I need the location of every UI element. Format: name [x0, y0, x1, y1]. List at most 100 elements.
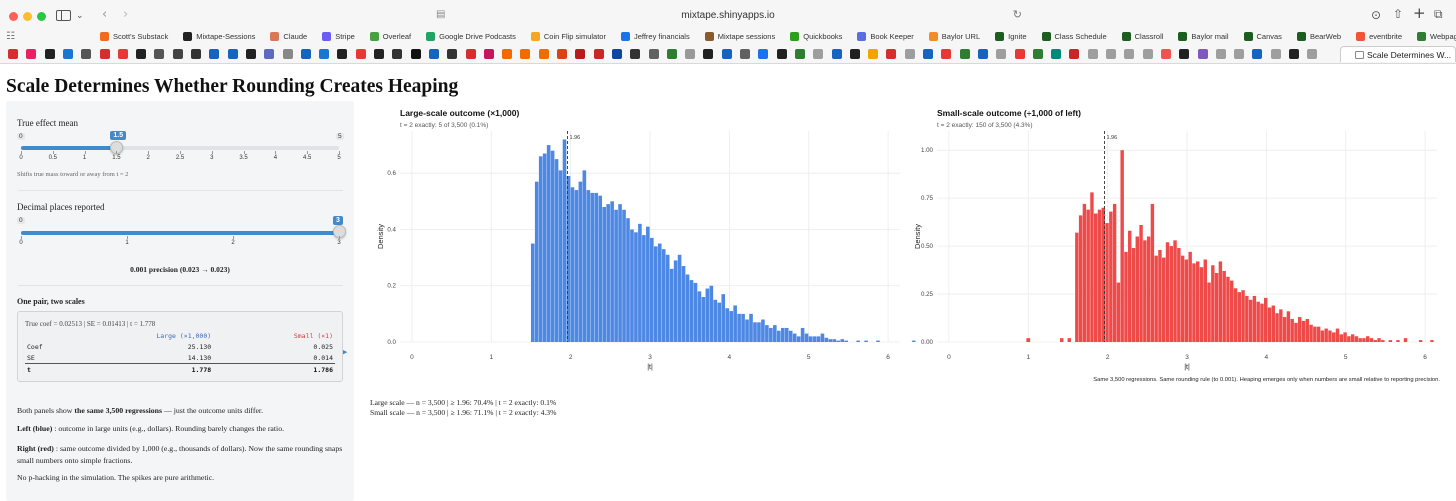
pinned-tab-icon[interactable]	[1197, 49, 1208, 59]
pinned-tab-icon[interactable]	[557, 49, 567, 59]
pinned-tab-icon[interactable]	[648, 49, 659, 59]
pinned-tab-icon[interactable]	[813, 49, 824, 59]
pinned-tab-icon[interactable]	[868, 49, 879, 59]
pinned-tab-icon[interactable]	[685, 49, 696, 59]
bookmark-item[interactable]: Baylor mail	[1178, 31, 1229, 41]
pinned-tab-icon[interactable]	[428, 49, 439, 59]
close-window-button[interactable]	[9, 12, 18, 21]
pinned-tab-icon[interactable]	[959, 49, 970, 59]
pinned-tab-icon[interactable]	[374, 49, 384, 59]
pinned-tab-icon[interactable]	[191, 49, 201, 59]
pinned-tab-icon[interactable]	[209, 49, 220, 59]
pinned-tab-icon[interactable]	[117, 49, 128, 59]
pinned-tab-icon[interactable]	[8, 49, 18, 59]
bookmark-item[interactable]: Webpage archive	[1417, 31, 1456, 41]
bookmark-item[interactable]: BearWeb	[1296, 31, 1341, 41]
pinned-tab-icon[interactable]	[593, 49, 604, 59]
bookmark-item[interactable]: Classroll	[1121, 31, 1163, 41]
pinned-tab-icon[interactable]	[227, 49, 238, 59]
pinned-tab-icon[interactable]	[62, 49, 73, 59]
pinned-tab-icon[interactable]	[904, 49, 915, 59]
bookmark-item[interactable]: eventbrite	[1356, 31, 1402, 41]
sidebar-toggle-icon[interactable]	[56, 10, 71, 21]
pinned-tab-icon[interactable]	[319, 49, 330, 59]
pinned-tab-icon[interactable]	[1142, 49, 1153, 59]
pinned-tab-icon[interactable]	[81, 49, 92, 59]
pinned-tab-icon[interactable]	[1032, 49, 1043, 59]
pinned-tab-icon[interactable]	[1307, 49, 1318, 59]
bookmark-item[interactable]: Baylor URL	[928, 31, 980, 41]
pinned-tab-icon[interactable]	[264, 49, 275, 59]
pinned-tab-icon[interactable]	[1270, 49, 1281, 59]
downloads-icon[interactable]: ⊙	[1371, 9, 1381, 21]
chevron-down-icon[interactable]: ⌄	[76, 10, 84, 22]
pinned-tab-icon[interactable]	[1252, 49, 1263, 59]
bookmark-item[interactable]: Claude	[270, 31, 307, 41]
pinned-tab-icon[interactable]	[721, 49, 732, 59]
bookmark-item[interactable]: Mixtape sessions	[704, 31, 775, 41]
bookmark-item[interactable]: Mixtape-Sessions	[183, 31, 255, 41]
pinned-tab-icon[interactable]	[1160, 49, 1171, 59]
pinned-tab-icon[interactable]	[282, 49, 293, 59]
pinned-tab-icon[interactable]	[923, 49, 933, 59]
pinned-tab-icon[interactable]	[245, 49, 256, 59]
pinned-tab-icon[interactable]	[483, 49, 494, 59]
pinned-tab-icon[interactable]	[977, 49, 988, 59]
bookmark-item[interactable]: Ignite	[995, 31, 1027, 41]
pinned-tab-icon[interactable]	[502, 49, 513, 59]
pinned-tab-icon[interactable]	[575, 49, 586, 59]
pinned-tab-icon[interactable]	[520, 49, 531, 59]
pinned-tab-icon[interactable]	[740, 49, 750, 59]
pinned-tab-icon[interactable]	[26, 49, 37, 59]
pinned-tab-icon[interactable]	[136, 49, 147, 59]
back-arrow-icon[interactable]: ‹	[102, 8, 107, 21]
new-tab-icon[interactable]: +	[1413, 6, 1426, 21]
bookmark-item[interactable]: Class Schedule	[1041, 31, 1107, 41]
bookmark-item[interactable]: Overleaf	[369, 31, 411, 41]
pinned-tab-icon[interactable]	[794, 49, 805, 59]
bookmark-item[interactable]: Jeffrey financials	[620, 31, 690, 41]
reload-icon[interactable]: ↻	[1013, 9, 1022, 21]
pinned-tab-icon[interactable]	[776, 49, 787, 59]
pinned-tab-icon[interactable]	[1289, 49, 1299, 59]
pinned-tab-icon[interactable]	[758, 49, 769, 59]
pinned-tab-icon[interactable]	[831, 49, 842, 59]
bookmark-item[interactable]: Stripe	[322, 31, 355, 41]
pinned-tab-icon[interactable]	[99, 49, 110, 59]
pinned-tab-icon[interactable]	[849, 49, 860, 59]
pinned-tab-icon[interactable]	[1069, 49, 1080, 59]
address-bar[interactable]: ▤ mixtape.shinyapps.io ↻	[428, 6, 1028, 26]
pinned-tab-icon[interactable]	[538, 49, 549, 59]
pinned-tab-icon[interactable]	[44, 49, 55, 59]
pinned-tab-icon[interactable]	[1014, 49, 1025, 59]
tab-overview-icon[interactable]: ⧉	[1434, 8, 1443, 20]
share-icon[interactable]: ⇧	[1393, 8, 1403, 20]
active-tab[interactable]: Scale Determines W...	[1340, 46, 1456, 62]
pinned-tab-icon[interactable]	[1179, 49, 1190, 59]
pinned-tab-icon[interactable]	[410, 49, 421, 59]
maximize-window-button[interactable]	[37, 12, 46, 21]
pinned-tab-icon[interactable]	[172, 49, 183, 59]
pinned-tab-icon[interactable]	[703, 49, 714, 59]
pinned-tab-icon[interactable]	[154, 49, 165, 59]
bookmark-item[interactable]: Book Keeper	[857, 31, 914, 41]
pinned-tab-icon[interactable]	[300, 49, 311, 59]
pinned-tab-icon[interactable]	[447, 49, 458, 59]
pinned-tab-icon[interactable]	[611, 49, 622, 59]
pinned-tab-icon[interactable]	[1051, 49, 1062, 59]
bookmark-item[interactable]: Scott's Substack	[100, 31, 168, 41]
pinned-tab-icon[interactable]	[1234, 49, 1245, 59]
decimals-slider[interactable]: 3 0 1 2 3	[6, 101, 354, 261]
url-text[interactable]: mixtape.shinyapps.io	[428, 10, 1028, 21]
pinned-tab-icon[interactable]	[666, 49, 677, 59]
pinned-tab-icon[interactable]	[465, 49, 476, 59]
bookmark-item[interactable]: Coin Flip simulator	[530, 31, 606, 41]
pinned-tab-icon[interactable]	[886, 49, 897, 59]
bookmark-item[interactable]: Canvas	[1243, 31, 1282, 41]
pinned-tab-icon[interactable]	[996, 49, 1007, 59]
pinned-tab-icon[interactable]	[1124, 49, 1135, 59]
forward-arrow-icon[interactable]: ›	[123, 8, 128, 21]
bookmark-item[interactable]: Google Drive Podcasts	[426, 31, 516, 41]
pinned-tab-icon[interactable]	[392, 49, 403, 59]
pinned-tab-icon[interactable]	[355, 49, 366, 59]
